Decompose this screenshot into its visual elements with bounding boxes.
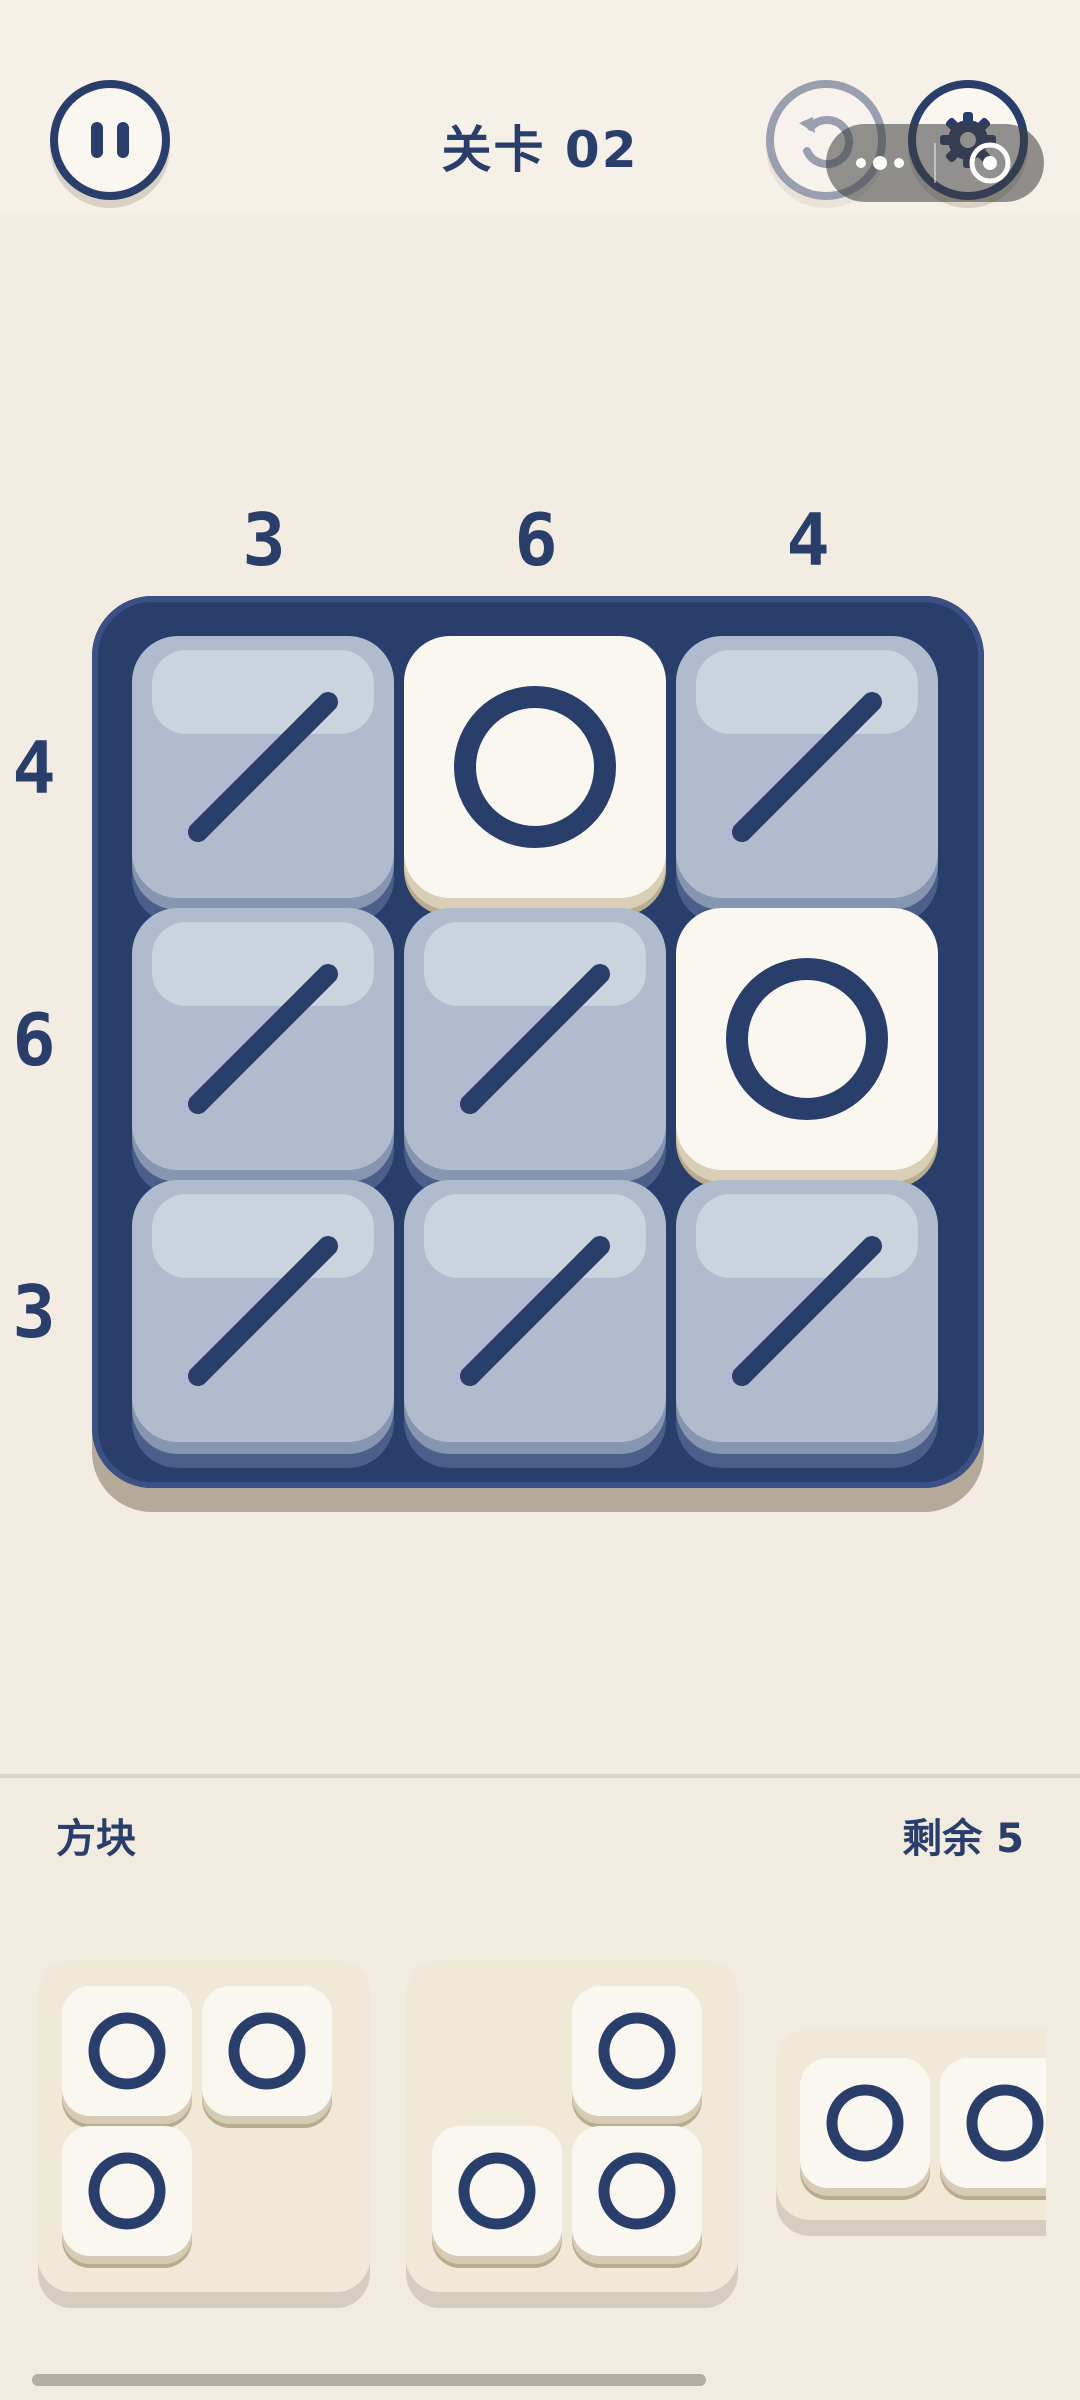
mini-program-capsule [826,124,1044,202]
slash-icon [188,692,338,842]
board-tile-r3c2[interactable] [404,1180,666,1442]
column-clue-2: 6 [514,498,558,582]
ring-icon [598,2012,676,2090]
piece-cell [800,2058,930,2188]
slash-icon [188,964,338,1114]
board-tile-r2c1[interactable] [132,908,394,1170]
piece-cell [62,1986,192,2116]
ring-icon [826,2084,904,2162]
piece-option-3[interactable] [776,2030,1046,2220]
slash-icon [188,1236,338,1386]
board-tile-r1c3[interactable] [676,636,938,898]
piece-cell [572,1986,702,2116]
slash-icon [732,1236,882,1386]
ring-icon [726,958,888,1120]
board-tile-r1c2[interactable] [404,636,666,898]
piece-cell [62,2126,192,2256]
column-clue-3: 4 [786,498,830,582]
piece-cell [940,2058,1046,2188]
row-clue-3: 3 [12,1270,56,1354]
board-tile-r2c3[interactable] [676,908,938,1170]
ring-icon [88,2152,166,2230]
ring-icon [454,686,616,848]
board-tile-r1c1[interactable] [132,636,394,898]
piece-cell [432,2126,562,2256]
piece-cell [202,1986,332,2116]
piece-option-3-clip [776,2030,1046,2250]
board-tile-r3c1[interactable] [132,1180,394,1442]
tray-title: 方块 [56,1816,136,1862]
row-clue-2: 6 [12,998,56,1082]
row-clue-1: 4 [12,726,56,810]
ring-icon [88,2012,166,2090]
game-board [92,596,984,1488]
remaining-count: 剩余 5 [902,1816,1024,1862]
piece-option-2[interactable] [406,1960,738,2292]
ring-icon [966,2084,1044,2162]
slash-icon [460,1236,610,1386]
column-clue-1: 3 [242,498,286,582]
target-icon [969,142,1011,184]
ring-icon [598,2152,676,2230]
board-tile-r3c3[interactable] [676,1180,938,1442]
board-tile-r2c2[interactable] [404,908,666,1170]
slash-icon [460,964,610,1114]
piece-option-1[interactable] [38,1960,370,2292]
more-menu-button[interactable] [826,156,934,170]
piece-cell [572,2126,702,2256]
home-indicator [32,2374,706,2386]
ring-icon [228,2012,306,2090]
slash-icon [732,692,882,842]
more-dots-icon [856,158,866,168]
ring-icon [458,2152,536,2230]
close-mini-program-button[interactable] [936,139,1044,187]
